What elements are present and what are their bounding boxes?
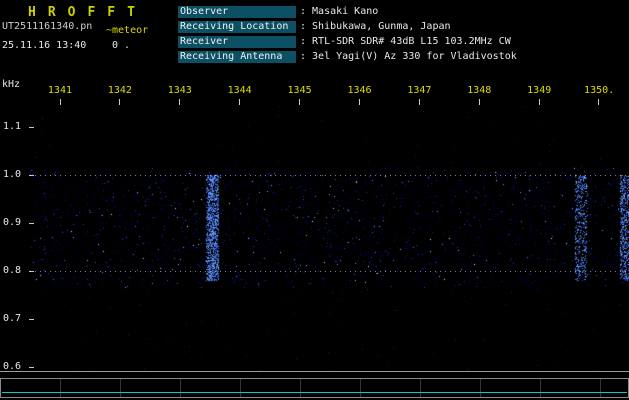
datetime-label: 25.11.16 13:40 [2, 40, 87, 51]
file-tag: ~meteor [106, 25, 149, 36]
gridline-0_8khz [30, 271, 629, 272]
x-tick-label: 1344 [227, 85, 252, 96]
info-row-location: Receiving Location : Shibukawa, Gunma, J… [178, 21, 517, 33]
filename-label: UT2511161340.pn [2, 21, 93, 32]
x-tick-label: 1350. [584, 85, 615, 96]
info-row-receiver: Receiver : RTL-SDR SDR# 43dB L15 103.2MH… [178, 36, 517, 48]
y-tick-label: 0.9 [3, 217, 22, 228]
x-tick-label: 1346 [347, 85, 372, 96]
x-tick-label: 1342 [107, 85, 132, 96]
app-title: HROFFT [28, 5, 147, 20]
x-tick-label: 1347 [407, 85, 432, 96]
info-value: : 3el Yagi(V) Az 330 for Vladivostok [300, 51, 517, 62]
x-tick-label: 1348 [467, 85, 492, 96]
plot-bottom-border [0, 371, 629, 372]
x-tick-label: 1349 [527, 85, 552, 96]
info-value: : Shibukawa, Gunma, Japan [300, 21, 451, 32]
info-label: Observer [178, 6, 296, 18]
info-value: : Masaki Kano [300, 6, 379, 17]
signal-level-strip [0, 378, 629, 398]
info-row-observer: Observer : Masaki Kano [178, 6, 517, 18]
y-tick-label: 1.1 [3, 121, 22, 132]
station-info: Observer : Masaki Kano Receiving Locatio… [178, 6, 517, 66]
hrofft-screen: HROFFT UT2511161340.pn ~meteor 25.11.16 … [0, 0, 629, 400]
spectrogram-canvas [30, 105, 629, 375]
info-label: Receiver [178, 36, 296, 48]
info-row-antenna: Receiving Antenna : 3el Yagi(V) Az 330 f… [178, 51, 517, 63]
x-tick-label: 1341 [47, 85, 72, 96]
y-tick-label: 1.0 [3, 169, 22, 180]
y-tick-label: 0.8 [3, 265, 22, 276]
x-axis-labels: 1341 1342 1343 1344 1345 1346 1347 1348 … [30, 85, 629, 96]
y-tick-label: 0.7 [3, 313, 22, 324]
signal-level-line [2, 392, 627, 393]
frame-counter: 0 . [112, 40, 131, 51]
x-tick-label: 1343 [167, 85, 192, 96]
info-label: Receiving Location [178, 21, 296, 33]
info-value: : RTL-SDR SDR# 43dB L15 103.2MHz CW [300, 36, 511, 47]
y-axis-unit: kHz [2, 79, 21, 90]
gridline-1_0khz [30, 175, 629, 176]
info-label: Receiving Antenna [178, 51, 296, 63]
x-tick-label: 1345 [287, 85, 312, 96]
